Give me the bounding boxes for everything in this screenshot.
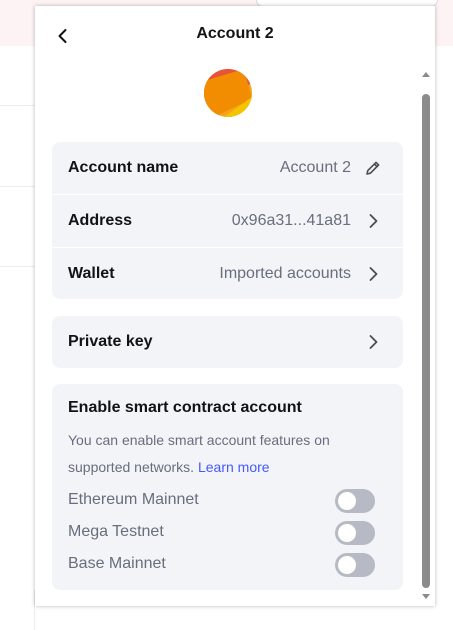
account-name-label: Account name [68,159,179,176]
account-details-card: Account name Account 2 Address 0x96a31..… [52,142,403,299]
smart-account-description: You can enable smart account features on… [68,427,388,481]
ethereum-mainnet-toggle[interactable] [335,489,375,513]
chevron-right-icon [369,214,378,228]
network-label: Ethereum Mainnet [68,491,199,508]
account-name-value: Account 2 [279,159,351,176]
wallet-row[interactable]: Wallet Imported accounts [52,248,403,300]
network-row-mega: Mega Testnet [52,519,403,547]
address-row[interactable]: Address 0x96a31...41a81 [52,195,403,247]
scrollbar-thumb[interactable] [422,94,430,588]
scrollbar[interactable] [418,70,434,604]
learn-more-link[interactable]: Learn more [198,459,270,475]
private-key-card: Private key [52,316,403,368]
private-key-label: Private key [68,333,153,350]
wallet-label: Wallet [68,265,115,282]
base-mainnet-toggle[interactable] [335,553,375,577]
address-label: Address [68,212,133,229]
network-label: Base Mainnet [68,555,166,572]
network-label: Mega Testnet [68,523,164,540]
page-title: Account 2 [196,25,274,42]
address-value: 0x96a31...41a81 [231,212,351,229]
smart-account-title: Enable smart contract account [68,399,302,416]
pencil-edit-icon[interactable] [363,158,383,178]
background-divider [0,186,35,187]
network-row-ethereum: Ethereum Mainnet [52,487,403,515]
mega-testnet-toggle[interactable] [335,521,375,545]
account-avatar [204,69,252,117]
wallet-value: Imported accounts [219,265,351,282]
background-divider [0,105,35,106]
chevron-right-icon [369,267,378,281]
popup-header: Account 2 [35,6,435,64]
private-key-row[interactable]: Private key [52,316,403,368]
scroll-down-arrow-icon[interactable] [422,594,430,599]
account-details-popup: Account 2 Account name Account 2 Address… [35,6,435,606]
account-name-row[interactable]: Account name Account 2 [52,142,403,194]
smart-account-card: Enable smart contract account You can en… [52,384,403,590]
toggle-knob [338,524,356,542]
toggle-knob [338,492,356,510]
chevron-right-icon [369,335,378,349]
scroll-up-arrow-icon[interactable] [422,72,430,77]
background-divider [0,266,35,267]
toggle-knob [338,556,356,574]
network-row-base: Base Mainnet [52,551,403,579]
